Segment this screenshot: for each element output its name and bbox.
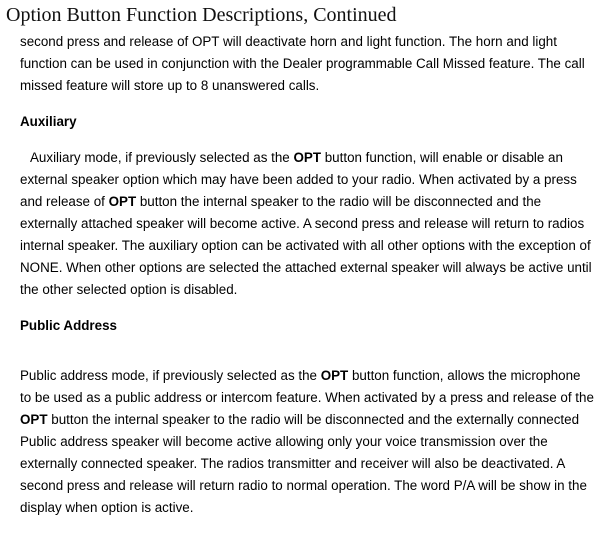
aux-text-post: button the internal speaker to the radio… xyxy=(20,194,592,297)
pa-text-post: button the internal speaker to the radio… xyxy=(20,412,587,515)
page-title: Option Button Function Descriptions, Con… xyxy=(6,4,596,27)
auxiliary-heading: Auxiliary xyxy=(20,111,594,133)
public-address-paragraph: Public address mode, if previously selec… xyxy=(20,365,594,519)
pa-opt-bold-1: OPT xyxy=(321,368,349,383)
auxiliary-paragraph: Auxiliary mode, if previously selected a… xyxy=(20,147,594,301)
aux-opt-bold-1: OPT xyxy=(293,150,321,165)
public-address-heading: Public Address xyxy=(20,315,594,337)
intro-paragraph: second press and release of OPT will dea… xyxy=(20,31,594,97)
content-area: second press and release of OPT will dea… xyxy=(6,31,596,519)
pa-text-pre: Public address mode, if previously selec… xyxy=(20,368,321,383)
aux-opt-bold-2: OPT xyxy=(109,194,137,209)
aux-text-pre: Auxiliary mode, if previously selected a… xyxy=(30,150,293,165)
pa-opt-bold-2: OPT xyxy=(20,412,48,427)
